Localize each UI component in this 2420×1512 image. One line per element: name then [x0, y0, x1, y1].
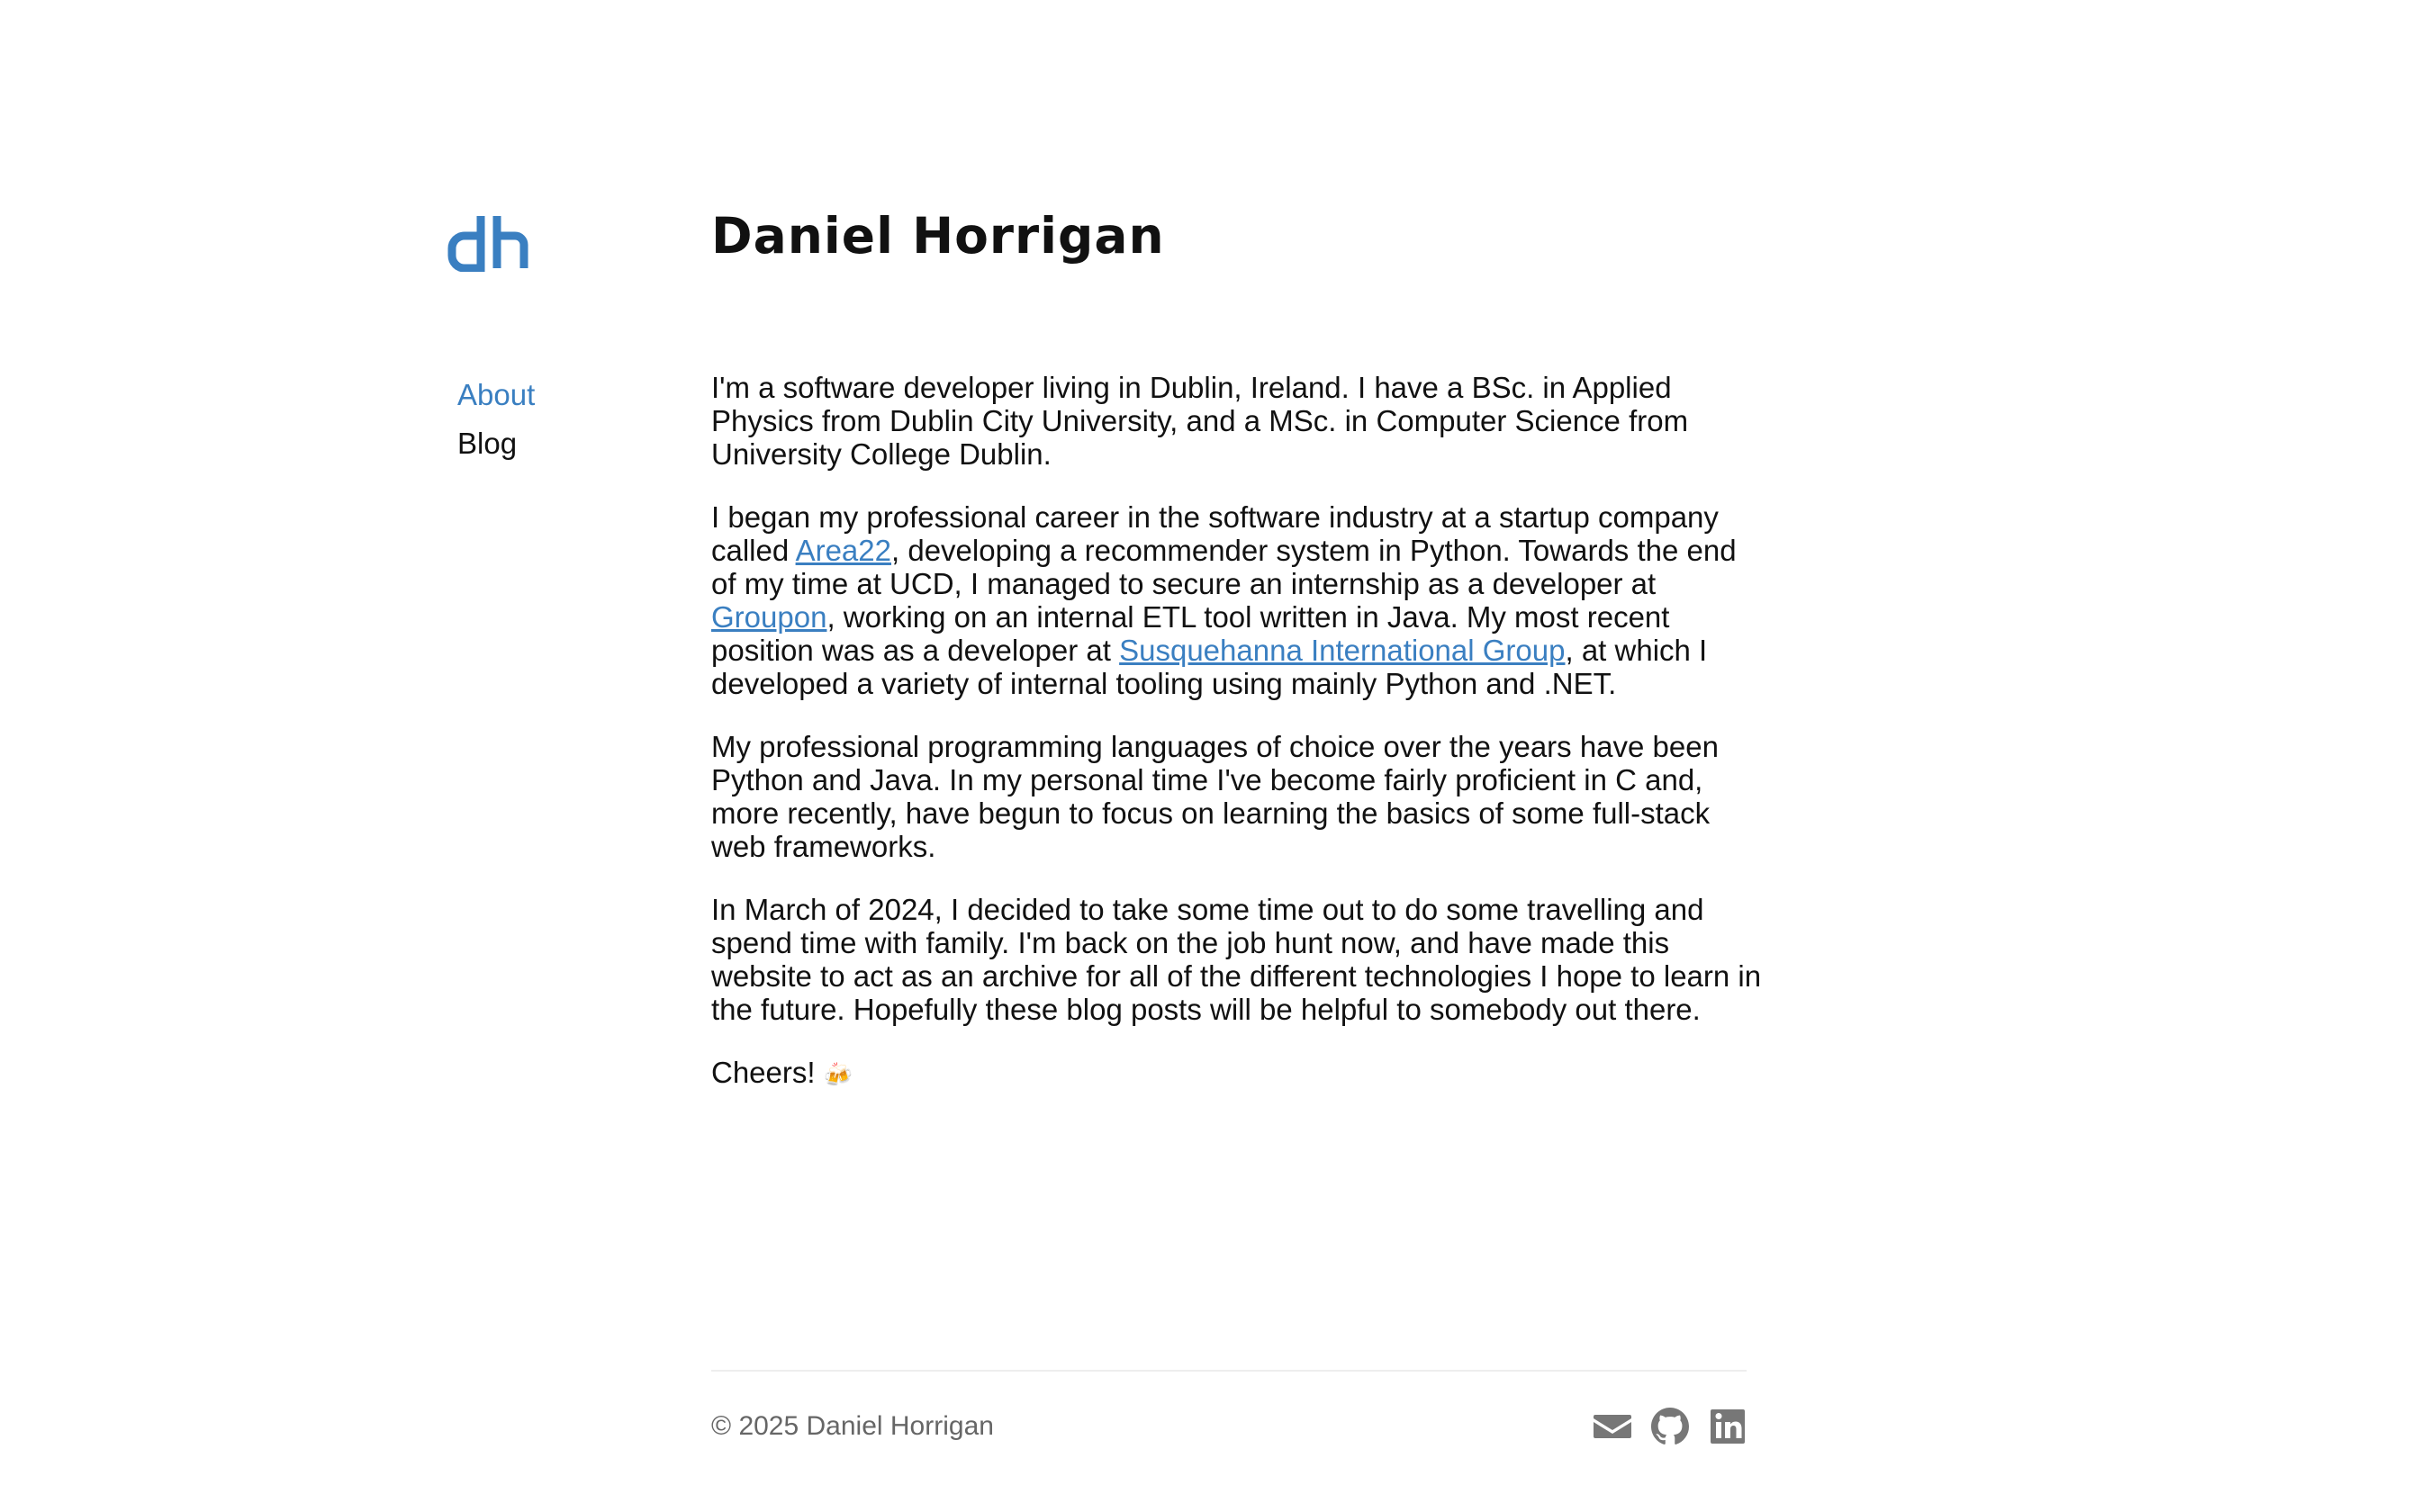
about-paragraph-2: I began my professional career in the so…: [711, 500, 1765, 700]
about-content: I'm a software developer living in Dubli…: [711, 371, 1765, 1121]
linkedin-icon: [1711, 1409, 1745, 1444]
about-paragraph-4: In March of 2024, I decided to take some…: [711, 893, 1762, 1026]
groupon-link[interactable]: Groupon: [711, 600, 826, 634]
about-paragraph-5: Cheers! 🍻: [711, 1056, 1765, 1092]
about-paragraph-1: I'm a software developer living in Dubli…: [711, 371, 1689, 471]
site-logo[interactable]: [447, 212, 531, 272]
email-link[interactable]: [1594, 1408, 1631, 1445]
page-footer: © 2025 Daniel Horrigan: [711, 1370, 1747, 1444]
nav-item-about[interactable]: About: [457, 371, 535, 419]
copyright-text: © 2025 Daniel Horrigan: [711, 1411, 994, 1441]
github-link[interactable]: [1651, 1408, 1689, 1445]
sig-link[interactable]: Susquehanna International Group: [1119, 634, 1565, 667]
dh-logo-icon: [447, 216, 528, 272]
page-title: Daniel Horrigan: [711, 207, 1165, 265]
cheers-text: Cheers!: [711, 1056, 816, 1089]
nav-item-blog[interactable]: Blog: [457, 419, 535, 468]
email-icon: [1594, 1415, 1631, 1438]
sidebar-nav: About Blog: [457, 371, 535, 468]
about-paragraph-3: My professional programming languages of…: [711, 730, 1719, 863]
beer-emoji-icon: 🍻: [823, 1061, 853, 1088]
linkedin-link[interactable]: [1709, 1408, 1747, 1445]
github-icon: [1651, 1408, 1689, 1444]
area22-link[interactable]: Area22: [796, 534, 891, 567]
social-links: [1594, 1408, 1747, 1445]
